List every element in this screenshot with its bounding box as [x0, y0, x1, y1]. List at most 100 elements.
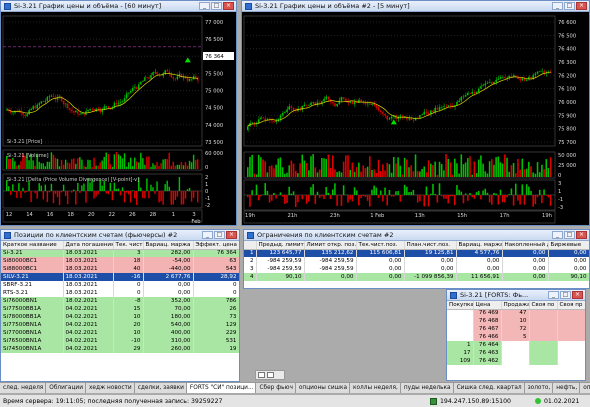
maximize-button[interactable]: □ [564, 231, 575, 239]
workspace-tab[interactable]: Сишка след. квартал [454, 383, 525, 393]
positions-titlebar[interactable]: Позиции по клиентским счетам (фьючерсы) … [1, 230, 239, 241]
close-button[interactable]: × [572, 291, 583, 299]
time-axis-month: Feb [191, 219, 201, 225]
orderbook-titlebar[interactable]: Si-3.21 [FORTS: Фь... _ □ × [447, 290, 585, 301]
minimized-windows[interactable] [255, 370, 285, 380]
column-header[interactable]: Продажа [501, 301, 530, 310]
candle-body [377, 107, 380, 111]
workspace-tab[interactable]: Облигации [46, 383, 86, 393]
column-header[interactable] [244, 241, 257, 250]
workspace-tab[interactable]: сделки, заявки [135, 383, 187, 393]
column-header[interactable]: Лимит откр. поз. [304, 241, 357, 250]
limits-window[interactable]: Ограничения по клиентским счетам #2 _ □ … [243, 229, 590, 289]
workspace-tab[interactable]: Сбер фьюч [256, 383, 296, 393]
column-header[interactable]: Вариац. маржа [143, 241, 194, 250]
position-row[interactable]: Si74500BN1A 04.02.2021 29 260,00 19 [1, 345, 239, 353]
orderbook-buy [447, 309, 474, 317]
volume-bar [366, 166, 369, 177]
column-header[interactable]: Покупка [447, 301, 474, 310]
workspace-tab[interactable]: опционы ртс [580, 383, 590, 393]
limit-row[interactable]: 2 -984 259,59 -984 259,59 0,00 0,00 0,00 0,00 0… [244, 257, 589, 265]
minimized-window-icon[interactable] [267, 372, 274, 378]
maximize-button[interactable]: □ [560, 291, 571, 299]
workspace-tab[interactable]: коллы неделя, [350, 383, 401, 393]
position-row[interactable]: Si77500BN1A 04.02.2021 20 540,00 129 [1, 321, 239, 329]
position-row[interactable]: Si88000BC1 18.03.2021 40 -440,00 543 [1, 265, 239, 273]
minimized-window-icon[interactable] [258, 372, 265, 378]
position-row[interactable]: SILV-3.21 18.03.2021 -16 2 677,76 28,92 [1, 273, 239, 281]
workspace-tab[interactable]: FORTS "СИ" позици... [186, 383, 257, 393]
orderbook-price: 76 466 [473, 333, 502, 341]
chart2-canvas[interactable]: 76 600 76 500 76 400 76 300 76 200 76 100 76 0… [242, 12, 589, 225]
column-header[interactable]: Дата погашения [63, 241, 114, 250]
orderbook-row[interactable]: 109 76 462 [447, 357, 585, 365]
position-row[interactable]: Si80000BC1 18.03.2021 18 -54,00 63 [1, 257, 239, 265]
orderbook-row[interactable]: 76 469 47 [447, 309, 585, 317]
close-button[interactable]: × [223, 2, 234, 10]
position-row[interactable]: Si76500BN1A 04.02.2021 -10 310,00 531 [1, 337, 239, 345]
orderbook-own [529, 357, 558, 365]
limits-titlebar[interactable]: Ограничения по клиентским счетам #2 _ □ … [244, 230, 589, 241]
chart2-titlebar[interactable]: Si-3.21 График цены и объёма #2 - [5 мин… [242, 1, 589, 12]
close-button[interactable]: × [226, 231, 237, 239]
minimize-button[interactable]: _ [552, 231, 563, 239]
workspace-tab[interactable]: пуды неделька [401, 383, 454, 393]
position-row[interactable]: Si77500BB1A 04.02.2021 15 70,00 26 [1, 305, 239, 313]
workspace-tab[interactable]: нефть, [553, 383, 581, 393]
column-header[interactable]: Тек.чист.поз. [356, 241, 405, 250]
orderbook-row[interactable]: 76 467 72 [447, 325, 585, 333]
column-header[interactable]: Своя по [529, 301, 558, 310]
limit-row[interactable]: 4 90,10 0,00 0,00 -1 099 856,39 11 656,91 0,00… [244, 273, 589, 281]
maximize-button[interactable]: □ [211, 2, 222, 10]
chart1-titlebar[interactable]: Si-3.21 График цены и объёма - [60 минут… [1, 1, 236, 12]
position-name: Si80000BC1 [1, 257, 64, 265]
close-button[interactable]: × [576, 2, 587, 10]
chart-window-60min[interactable]: Si-3.21 График цены и объёма - [60 минут… [0, 0, 237, 226]
position-row[interactable]: Si78000BB1A 04.02.2021 10 180,00 73 [1, 313, 239, 321]
column-header[interactable]: Предыд. лимит [256, 241, 305, 250]
orderbook-window[interactable]: Si-3.21 [FORTS: Фь... _ □ × Покупка Цена П… [446, 289, 586, 381]
position-row[interactable]: Si-3.21 18.03.2021 3 282,00 76 364 [1, 249, 239, 257]
volume-bar [176, 164, 179, 169]
orderbook-row[interactable]: 76 468 10 [447, 317, 585, 325]
candle-body [188, 79, 191, 81]
orderbook-row[interactable]: 76 466 5 [447, 333, 585, 341]
volume-bar [60, 160, 63, 169]
workspace-tab[interactable]: золото, [525, 383, 554, 393]
minimize-button[interactable]: _ [199, 2, 210, 10]
column-header[interactable]: Вариац. маржа [456, 241, 503, 250]
volume-bar [460, 154, 463, 177]
column-header[interactable]: Своя пр [557, 301, 585, 310]
minimize-button[interactable]: _ [552, 2, 563, 10]
position-row[interactable]: Si77000BN1A 04.02.2021 10 400,00 229 [1, 329, 239, 337]
orderbook-row[interactable]: 17 76 463 [447, 349, 585, 357]
limit-row[interactable]: 3 -984 259,59 -984 259,59 0,00 0,00 0,00 0,00 0… [244, 265, 589, 273]
positions-window[interactable]: Позиции по клиентским счетам (фьючерсы) … [0, 229, 240, 382]
candle-body [138, 84, 140, 89]
position-row[interactable]: RTS-3.21 18.03.2021 0 0,00 0 [1, 289, 239, 297]
chart1-canvas[interactable]: 77 00076 50076 00075 50075 00074 50074 0… [1, 12, 236, 225]
position-row[interactable]: Si76000BN1 18.02.2021 -8 352,00 786 [1, 297, 239, 305]
column-header[interactable]: Тек. чист. [113, 241, 144, 250]
column-header[interactable]: Эффект. цена [193, 241, 239, 250]
column-header[interactable]: Краткое название [1, 241, 64, 250]
dpv-bar [482, 190, 484, 195]
limit-row[interactable]: 1 123 645,77 135 212,62 115 606,81 19 125,81… [244, 249, 589, 257]
workspace-tab[interactable]: след. неделя [0, 383, 47, 393]
minimize-button[interactable]: _ [202, 231, 213, 239]
maximize-button[interactable]: □ [564, 2, 575, 10]
column-header[interactable]: Накопленный доход [502, 241, 549, 250]
column-header[interactable]: Цена [473, 301, 502, 310]
workspace-tab[interactable]: хедж новости [86, 383, 135, 393]
column-header[interactable]: Биржевые [548, 241, 589, 250]
maximize-button[interactable]: □ [214, 231, 225, 239]
column-header[interactable]: План.чист.поз. [404, 241, 457, 250]
position-row[interactable]: SBRF-3.21 18.03.2021 0 0,00 0 [1, 281, 239, 289]
close-button[interactable]: × [576, 231, 587, 239]
workspace-tab[interactable]: опционы сишка [296, 383, 350, 393]
time-axis-label: 15h [457, 213, 467, 219]
dpv-bar [182, 191, 185, 205]
minimize-button[interactable]: _ [548, 291, 559, 299]
orderbook-row[interactable]: 1 76 464 [447, 341, 585, 349]
chart-window-5min[interactable]: Si-3.21 График цены и объёма #2 - [5 мин… [241, 0, 590, 226]
